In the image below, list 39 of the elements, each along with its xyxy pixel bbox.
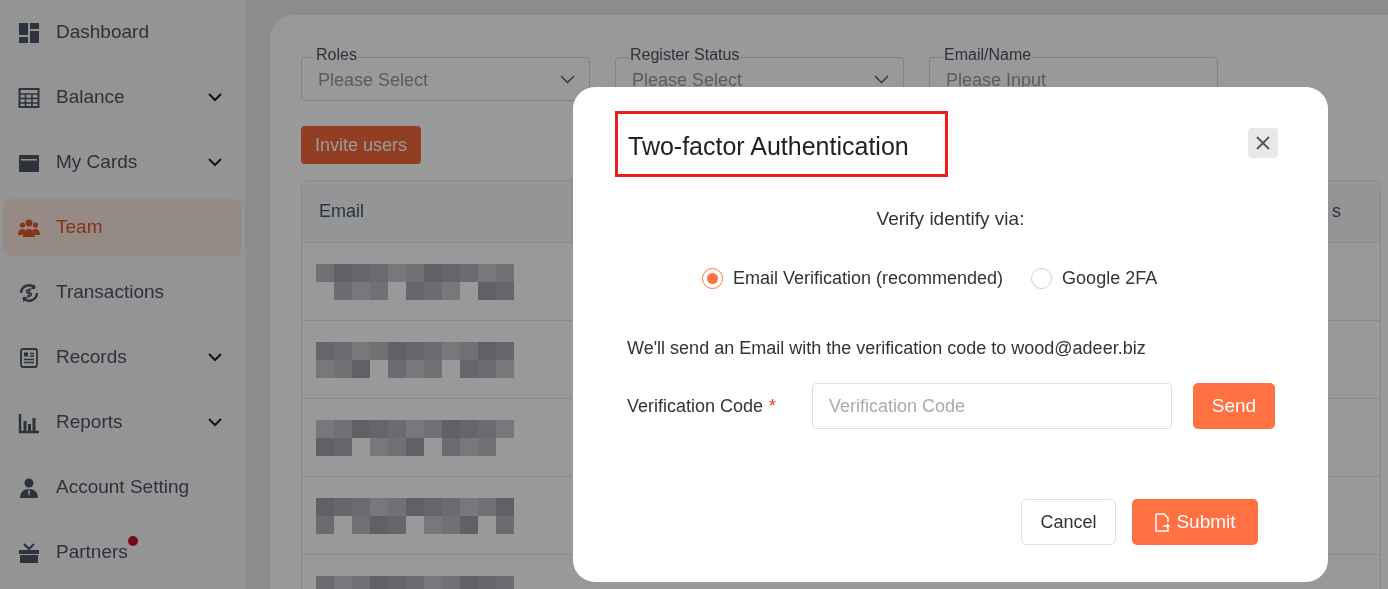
sidebar-item[interactable]: Balance xyxy=(3,69,242,126)
table-icon xyxy=(18,86,40,109)
radio-label: Email Verification (recommended) xyxy=(733,267,1004,290)
info-message: We'll send an Email with the verification code to wood@adeer.biz xyxy=(627,337,1146,360)
document-icon xyxy=(18,346,40,369)
sidebar-item[interactable]: Dashboard xyxy=(3,4,242,61)
field-label: Verification Code xyxy=(627,394,764,418)
bar-chart-icon xyxy=(18,411,40,434)
dashboard-icon xyxy=(18,21,40,44)
sidebar-item[interactable]: Reports xyxy=(3,394,242,451)
sidebar-item[interactable]: Transactions xyxy=(3,264,242,321)
close-icon xyxy=(1255,135,1271,151)
placeholder-text: Please Select xyxy=(632,69,744,92)
verification-code-field[interactable]: Verification Code xyxy=(812,383,1172,429)
column-header: s xyxy=(1332,200,1341,223)
dialog-title: Two-factor Authentication xyxy=(628,131,909,162)
field-label: Register Status xyxy=(629,46,741,64)
document-icon xyxy=(1154,512,1171,532)
sidebar-item[interactable]: Records xyxy=(3,329,242,386)
gift-icon xyxy=(18,541,40,564)
radio-label: Google 2FA xyxy=(1062,267,1158,290)
column-header: Email xyxy=(319,200,364,223)
person-icon xyxy=(18,476,40,499)
sidebar-item[interactable]: Team xyxy=(3,199,242,256)
prompt-text: Verify identify via: xyxy=(875,207,1026,231)
send-button[interactable]: Send xyxy=(1193,383,1275,429)
chevron-down-icon xyxy=(874,74,889,84)
placeholder-text: Please Select xyxy=(318,69,430,92)
placeholder-text: Please Input xyxy=(946,69,1048,92)
close-button[interactable] xyxy=(1248,128,1278,158)
required-asterisk: * xyxy=(769,394,777,418)
chevron-down-icon xyxy=(560,74,575,84)
invite-users-button[interactable]: Invite users xyxy=(301,126,422,164)
sidebar-item[interactable]: My Cards xyxy=(3,134,242,191)
dollar-exchange-icon xyxy=(18,281,40,304)
submit-button[interactable]: Submit xyxy=(1132,499,1258,545)
cancel-button[interactable]: Cancel xyxy=(1021,499,1116,545)
sidebar-item[interactable]: Account Setting xyxy=(3,459,242,516)
sidebar-item[interactable]: Partners xyxy=(3,524,242,581)
